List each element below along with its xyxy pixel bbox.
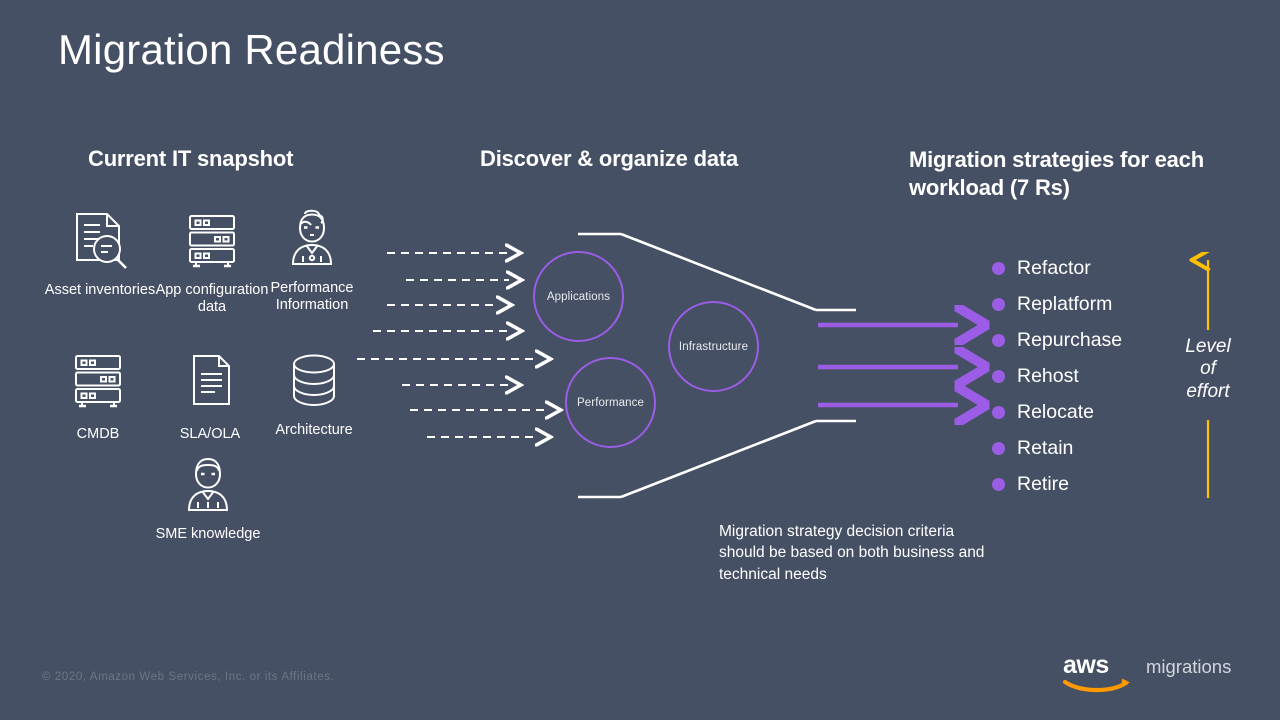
person-headset-icon bbox=[250, 206, 374, 274]
migration-strategy-list: Refactor Replatform Repurchase Rehost Re… bbox=[992, 250, 1182, 502]
aws-smile-icon: aws bbox=[1062, 651, 1130, 693]
snapshot-item-sme-knowledge: SME knowledge bbox=[146, 452, 270, 543]
list-item: Replatform bbox=[992, 286, 1182, 322]
bullet-dot-icon bbox=[992, 297, 1005, 311]
snapshot-item-architecture: Architecture bbox=[252, 348, 376, 439]
snapshot-item-asset-inventories: Asset inventories bbox=[38, 208, 162, 299]
bullet-dot-icon bbox=[992, 405, 1005, 419]
aws-logo-subtitle: migrations bbox=[1146, 656, 1232, 677]
bubble-label: Applications bbox=[546, 290, 611, 303]
document-magnifier-icon bbox=[38, 208, 162, 276]
bullet-dot-icon bbox=[992, 441, 1005, 455]
column-heading-discover-organize-data: Discover & organize data bbox=[480, 146, 739, 171]
level-of-effort-label: Level of effort bbox=[1180, 336, 1236, 403]
snapshot-item-label: CMDB bbox=[76, 426, 120, 442]
effort-line-3: effort bbox=[1186, 380, 1230, 402]
slide-canvas: Migration Readiness Current IT snapshot … bbox=[0, 0, 1280, 720]
list-item: Retire bbox=[992, 466, 1182, 502]
column-heading-migration-strategies: Migration strategies for each workload (… bbox=[909, 147, 1204, 201]
funnel-caption: Migration strategy decision criteria sho… bbox=[719, 523, 985, 583]
strategy-label: Relocate bbox=[1017, 400, 1094, 423]
list-item: Retain bbox=[992, 430, 1182, 466]
bubble-label: Infrastructure bbox=[678, 340, 749, 353]
level-of-effort-axis: Level of effort bbox=[1180, 252, 1236, 498]
strategy-label: Refactor bbox=[1017, 256, 1091, 279]
person-expert-icon bbox=[146, 452, 270, 520]
bullet-dot-icon bbox=[992, 333, 1005, 347]
output-purple-arrows bbox=[818, 325, 958, 405]
server-rack-icon bbox=[36, 352, 160, 420]
snapshot-item-label: Performance Information bbox=[270, 280, 354, 314]
bubble-performance: Performance bbox=[565, 357, 656, 448]
aws-logo: aws migrations bbox=[1062, 650, 1232, 693]
page-title: Migration Readiness bbox=[58, 26, 445, 73]
strategy-label: Retire bbox=[1017, 472, 1070, 495]
bubble-applications: Applications bbox=[533, 251, 624, 342]
list-item: Repurchase bbox=[992, 322, 1182, 358]
list-item: Refactor bbox=[992, 250, 1182, 286]
copyright-text: © 2020, Amazon Web Services, Inc. or its… bbox=[42, 671, 335, 683]
funnel-top-diagonal bbox=[620, 232, 817, 312]
bullet-dot-icon bbox=[992, 369, 1005, 383]
snapshot-item-cmdb: CMDB bbox=[36, 352, 160, 443]
bubble-infrastructure: Infrastructure bbox=[668, 301, 759, 392]
bubble-label: Performance bbox=[577, 396, 644, 409]
snapshot-item-label: Architecture bbox=[275, 422, 353, 438]
effort-line-2: of bbox=[1200, 358, 1216, 380]
inbound-dashed-arrows bbox=[357, 253, 548, 437]
effort-line-1: Level bbox=[1185, 336, 1231, 357]
strategy-label: Rehost bbox=[1017, 364, 1079, 387]
bullet-dot-icon bbox=[992, 261, 1005, 275]
column-heading-current-it-snapshot: Current IT snapshot bbox=[88, 146, 294, 171]
strategy-label: Retain bbox=[1017, 436, 1074, 459]
strategy-label: Replatform bbox=[1017, 292, 1113, 315]
svg-text:aws: aws bbox=[1063, 651, 1109, 679]
snapshot-item-label: Asset inventories bbox=[44, 282, 156, 298]
list-item: Rehost bbox=[992, 358, 1182, 394]
database-cylinder-icon bbox=[252, 348, 376, 416]
aws-wordmark-icon: aws bbox=[1062, 650, 1136, 693]
bullet-dot-icon bbox=[992, 477, 1005, 491]
strategy-label: Repurchase bbox=[1017, 328, 1123, 351]
snapshot-item-performance-information: Performance Information bbox=[250, 206, 374, 314]
list-item: Relocate bbox=[992, 394, 1182, 430]
snapshot-item-label: SME knowledge bbox=[155, 526, 261, 542]
funnel-bottom-diagonal bbox=[620, 419, 817, 499]
